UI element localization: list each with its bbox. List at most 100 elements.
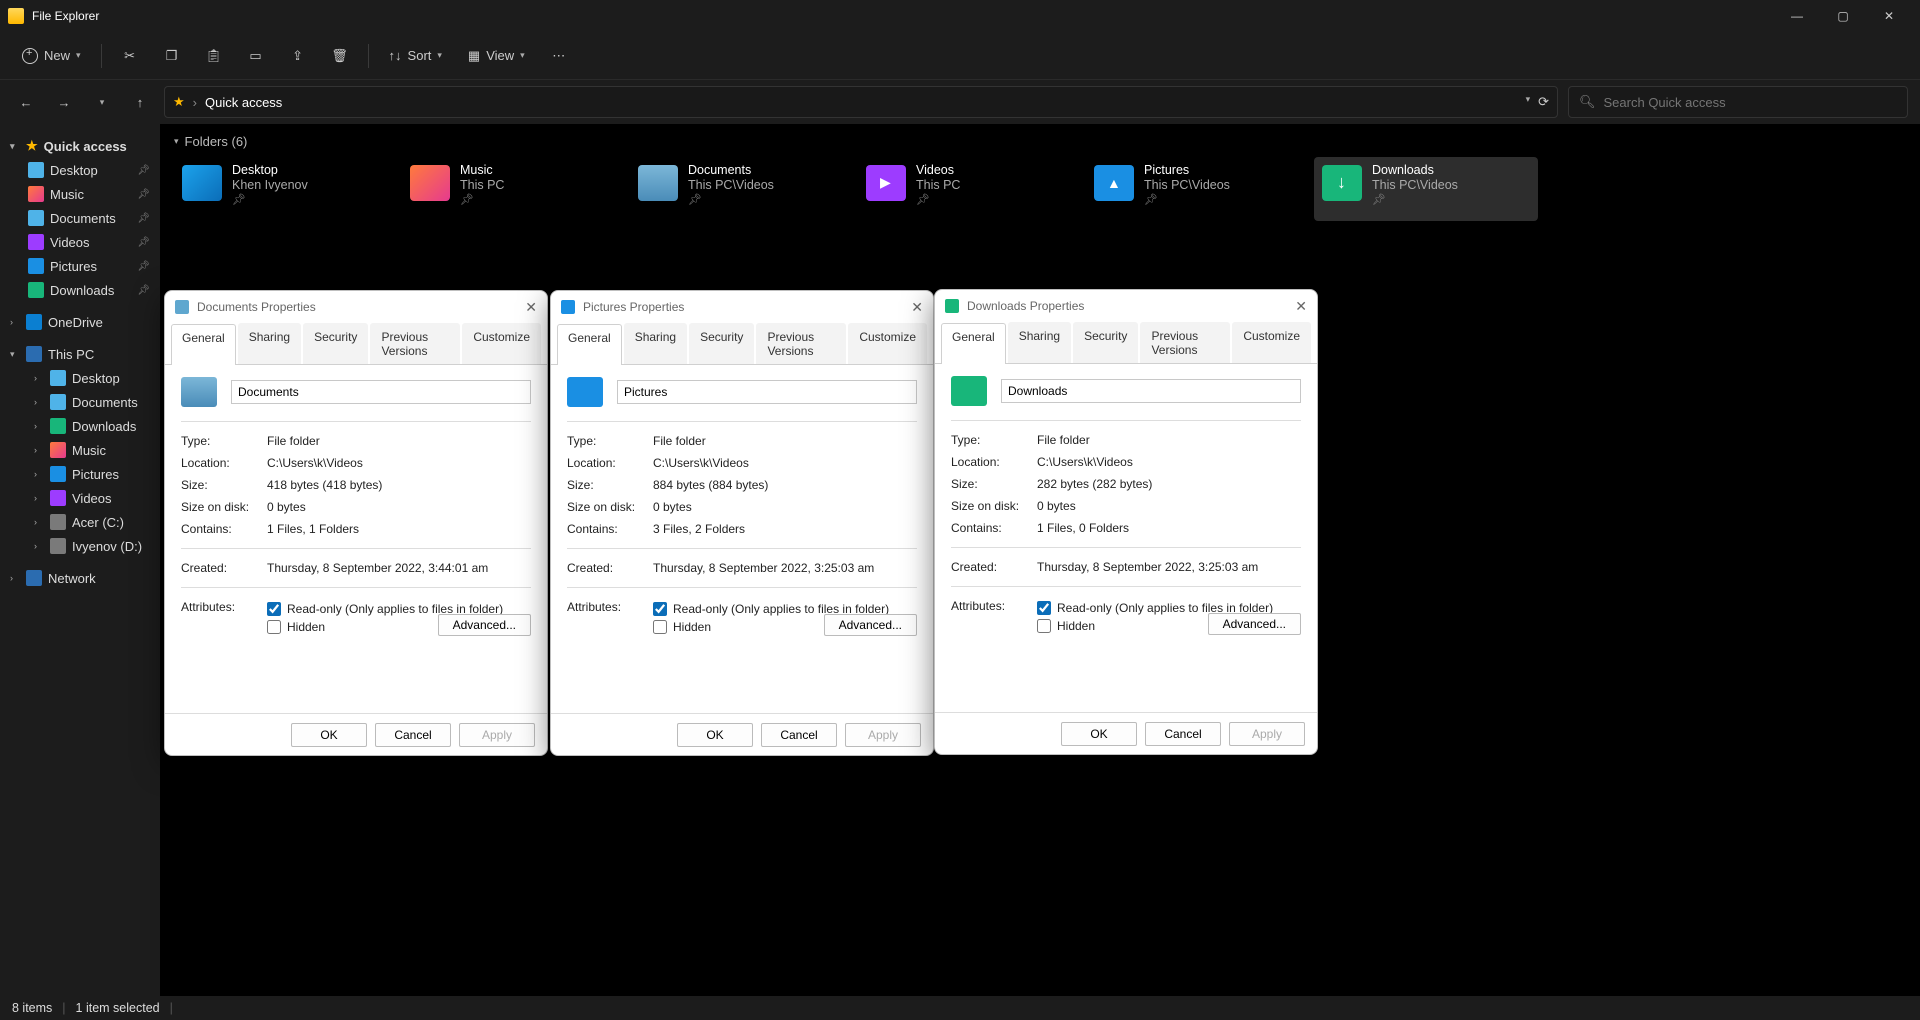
tab-previous-versions[interactable]: Previous Versions	[370, 323, 460, 364]
close-icon[interactable]: ✕	[1295, 298, 1307, 315]
value-contains: 1 Files, 0 Folders	[1037, 521, 1301, 535]
name-field[interactable]	[1001, 379, 1301, 403]
nav-pictures[interactable]: Pictures📌︎	[4, 254, 156, 278]
close-button[interactable]: ✕	[1866, 0, 1912, 32]
tab-general[interactable]: General	[557, 324, 622, 365]
ok-button[interactable]: OK	[1061, 722, 1137, 746]
back-button[interactable]: ←	[12, 88, 40, 116]
tab-sharing[interactable]: Sharing	[624, 323, 687, 364]
divider	[567, 421, 917, 422]
folder-item-videos[interactable]: VideosThis PC📌︎	[858, 157, 1082, 221]
chevron-down-icon[interactable]: ▾	[1526, 94, 1531, 110]
tab-previous-versions[interactable]: Previous Versions	[1140, 322, 1230, 363]
close-icon[interactable]: ✕	[525, 299, 537, 316]
nav-network[interactable]: ›Network	[4, 566, 156, 590]
view-button[interactable]: ▦View▾	[458, 42, 535, 70]
name-field[interactable]	[617, 380, 917, 404]
apply-button[interactable]: Apply	[1229, 722, 1305, 746]
folder-sub: This PC\Videos	[688, 178, 774, 192]
advanced-button[interactable]: Advanced...	[824, 614, 917, 636]
ok-button[interactable]: OK	[677, 723, 753, 747]
apply-button[interactable]: Apply	[845, 723, 921, 747]
dialog-titlebar[interactable]: Documents Properties ✕	[165, 291, 547, 323]
nav-pc-videos[interactable]: ›Videos	[4, 486, 156, 510]
nav-downloads[interactable]: Downloads📌︎	[4, 278, 156, 302]
nav-quick-access[interactable]: ▾★Quick access	[4, 134, 156, 158]
folder-item-pictures[interactable]: PicturesThis PC\Videos📌︎	[1086, 157, 1310, 221]
readonly-checkbox[interactable]	[267, 602, 281, 616]
readonly-checkbox[interactable]	[653, 602, 667, 616]
hidden-checkbox[interactable]	[1037, 619, 1051, 633]
dialog-titlebar[interactable]: Pictures Properties ✕	[551, 291, 933, 323]
tab-sharing[interactable]: Sharing	[238, 323, 301, 364]
rename-button[interactable]: ▭	[238, 42, 274, 70]
nav-desktop[interactable]: Desktop📌︎	[4, 158, 156, 182]
tab-customize[interactable]: Customize	[462, 323, 541, 364]
tab-security[interactable]: Security	[1073, 322, 1138, 363]
ok-button[interactable]: OK	[291, 723, 367, 747]
apply-button[interactable]: Apply	[459, 723, 535, 747]
cancel-button[interactable]: Cancel	[1145, 722, 1221, 746]
advanced-button[interactable]: Advanced...	[438, 614, 531, 636]
folder-item-music[interactable]: MusicThis PC📌︎	[402, 157, 626, 221]
nav-drive-c[interactable]: ›Acer (C:)	[4, 510, 156, 534]
delete-button[interactable]: 🗑︎	[322, 42, 358, 70]
nav-onedrive[interactable]: ›OneDrive	[4, 310, 156, 334]
folder-item-desktop[interactable]: DesktopKhen Ivyenov📌︎	[174, 157, 398, 221]
tab-customize[interactable]: Customize	[1232, 322, 1311, 363]
hidden-checkbox[interactable]	[653, 620, 667, 634]
maximize-button[interactable]: ▢	[1820, 0, 1866, 32]
tab-security[interactable]: Security	[689, 323, 754, 364]
nav-videos[interactable]: Videos📌︎	[4, 230, 156, 254]
dialog-titlebar[interactable]: Downloads Properties ✕	[935, 290, 1317, 322]
tab-security[interactable]: Security	[303, 323, 368, 364]
folder-item-documents[interactable]: DocumentsThis PC\Videos📌︎	[630, 157, 854, 221]
name-field[interactable]	[231, 380, 531, 404]
breadcrumb[interactable]: Quick access	[205, 95, 282, 110]
music-icon	[28, 186, 44, 202]
nav-thispc[interactable]: ▾This PC	[4, 342, 156, 366]
minimize-button[interactable]: —	[1774, 0, 1820, 32]
nav-pc-music[interactable]: ›Music	[4, 438, 156, 462]
advanced-button[interactable]: Advanced...	[1208, 613, 1301, 635]
search-box[interactable]: 🔍︎	[1568, 86, 1908, 118]
cancel-button[interactable]: Cancel	[375, 723, 451, 747]
star-icon: ★	[26, 138, 38, 154]
nav-drive-d[interactable]: ›Ivyenov (D:)	[4, 534, 156, 558]
nav-label: Desktop	[72, 371, 120, 386]
copy-button[interactable]: ❐	[154, 42, 190, 70]
new-button[interactable]: New▾	[12, 42, 91, 70]
tab-sharing[interactable]: Sharing	[1008, 322, 1071, 363]
value-sizeondisk: 0 bytes	[1037, 499, 1301, 513]
tab-general[interactable]: General	[171, 324, 236, 365]
cancel-button[interactable]: Cancel	[761, 723, 837, 747]
nav-music[interactable]: Music📌︎	[4, 182, 156, 206]
sort-button[interactable]: ↑↓Sort▾	[379, 42, 452, 69]
pin-icon: 📌︎	[137, 261, 150, 272]
tab-previous-versions[interactable]: Previous Versions	[756, 323, 846, 364]
forward-button[interactable]: →	[50, 88, 78, 116]
up-button[interactable]: ↑	[126, 88, 154, 116]
hidden-checkbox[interactable]	[267, 620, 281, 634]
refresh-button[interactable]: ⟳	[1538, 94, 1549, 110]
nav-pc-pictures[interactable]: ›Pictures	[4, 462, 156, 486]
tab-general[interactable]: General	[941, 323, 1006, 364]
nav-pc-documents[interactable]: ›Documents	[4, 390, 156, 414]
nav-documents[interactable]: Documents📌︎	[4, 206, 156, 230]
search-input[interactable]	[1604, 95, 1897, 110]
more-button[interactable]: ⋯	[541, 42, 577, 70]
address-field[interactable]: ★ › Quick access ▾ ⟳	[164, 86, 1558, 118]
close-icon[interactable]: ✕	[911, 299, 923, 316]
readonly-checkbox[interactable]	[1037, 601, 1051, 615]
recent-button[interactable]: ▾	[88, 88, 116, 116]
paste-button[interactable]: 📋︎	[196, 42, 232, 70]
nav-label: OneDrive	[48, 315, 103, 330]
label-location: Location:	[567, 456, 653, 470]
share-button[interactable]: ⇪	[280, 42, 316, 70]
folder-item-downloads[interactable]: DownloadsThis PC\Videos📌︎	[1314, 157, 1538, 221]
group-header[interactable]: ▾Folders (6)	[174, 134, 1906, 149]
nav-pc-desktop[interactable]: ›Desktop	[4, 366, 156, 390]
cut-button[interactable]: ✂	[112, 42, 148, 70]
tab-customize[interactable]: Customize	[848, 323, 927, 364]
nav-pc-downloads[interactable]: ›Downloads	[4, 414, 156, 438]
